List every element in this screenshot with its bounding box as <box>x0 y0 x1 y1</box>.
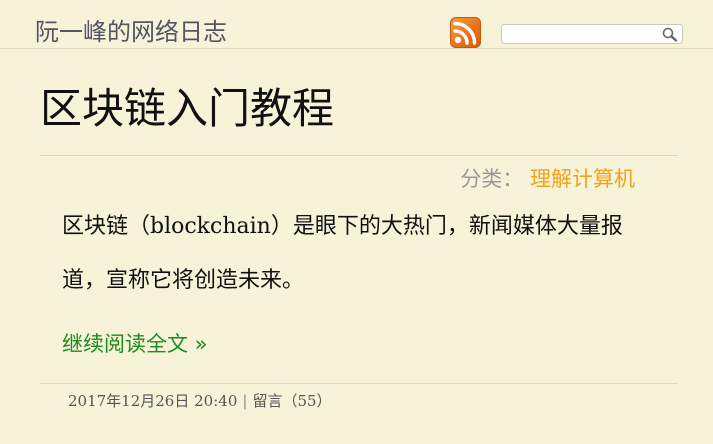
read-more-link[interactable]: 继续阅读全文 » <box>62 328 208 358</box>
meta-separator: | <box>242 392 248 410</box>
category-label: 分类： <box>460 167 524 191</box>
comments-count: （55） <box>282 392 332 410</box>
post-date: 2017年12月26日 <box>68 392 190 410</box>
site-title[interactable]: 阮一峰的网络日志 <box>35 12 227 47</box>
title-divider <box>40 155 678 156</box>
post-meta: 2017年12月26日 20:40 | 留言（55） <box>68 390 332 411</box>
comments-link[interactable]: 留言（55） <box>252 392 331 410</box>
rss-feed-icon[interactable] <box>450 17 481 48</box>
post-summary: 区块链（blockchain）是眼下的大热门，新闻媒体大量报道，宣称它将创造未来… <box>62 214 623 293</box>
magnifier-icon[interactable] <box>661 26 679 43</box>
header-divider <box>0 48 713 49</box>
post-title[interactable]: 区块链入门教程 <box>40 84 334 134</box>
category-link[interactable]: 理解计算机 <box>530 167 635 191</box>
search-input[interactable] <box>505 26 655 42</box>
comments-label: 留言 <box>252 392 283 410</box>
footer-divider <box>40 383 678 384</box>
search-box[interactable] <box>501 24 683 44</box>
post-category: 分类： 理解计算机 <box>460 163 635 193</box>
post-time: 20:40 <box>194 392 238 410</box>
